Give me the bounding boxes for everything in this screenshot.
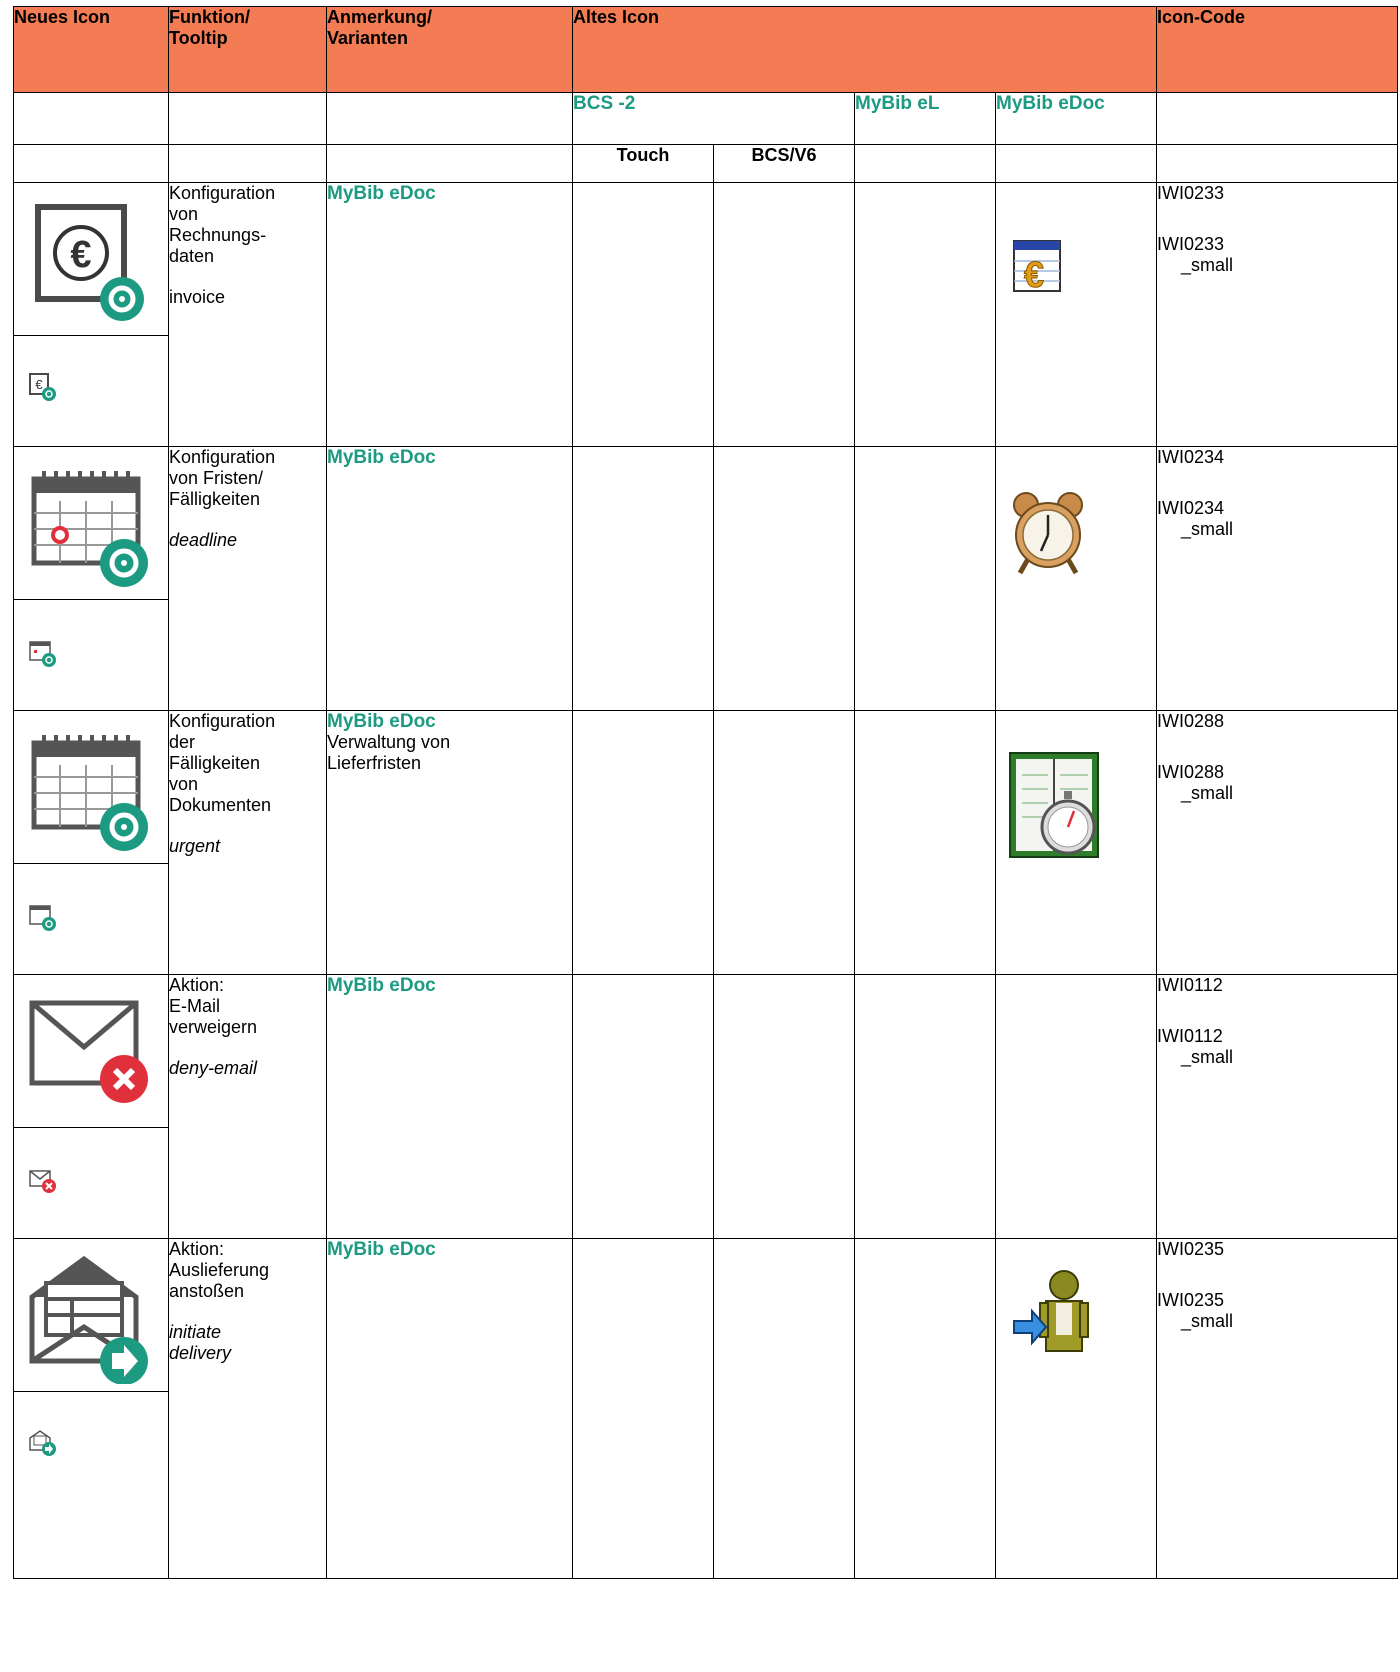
planner-stopwatch-icon: [1009, 752, 1099, 858]
header-icon-code: Icon-Code: [1156, 6, 1399, 93]
old-icon-cell: [994, 446, 1158, 711]
header-old-icon: Altes Icon: [571, 6, 1158, 93]
invoice-settings-small-icon: €: [29, 373, 56, 401]
subheader-mybib-el: MyBib eL: [854, 92, 996, 145]
subheader-touch: Touch: [572, 144, 714, 183]
old-icon-cell: [994, 710, 1158, 975]
code-cell: IWI0234 IWI0234 _small: [1156, 446, 1399, 711]
person-arrow-icon: [1013, 1270, 1089, 1352]
code-cell: IWI0288 IWI0288 _small: [1156, 710, 1399, 975]
header-function: Funktion/ Tooltip: [168, 6, 327, 93]
note-cell: MyBib eDoc: [326, 182, 573, 447]
new-icon-cell: € €: [13, 182, 169, 447]
new-icon-cell: [13, 974, 169, 1239]
function-cell: Konfiguration der Fälligkeiten von Dokum…: [168, 710, 327, 975]
alarm-clock-icon: [1013, 492, 1083, 575]
new-icon-cell: [13, 1238, 169, 1579]
function-cell: Aktion: E-Mail verweigern deny-email: [168, 974, 327, 1239]
icon-table: Neues Icon Funktion/ Tooltip Anmerkung/ …: [13, 6, 1399, 1579]
svg-text:€: €: [35, 377, 43, 392]
deny-email-icon: [29, 1000, 148, 1103]
initiate-delivery-icon: [29, 1255, 148, 1384]
deny-email-small-icon: [29, 1170, 56, 1193]
invoice-settings-icon: €: [35, 204, 144, 321]
new-icon-cell: [13, 446, 169, 711]
note-cell: MyBib eDoc: [326, 1238, 573, 1579]
calendar-deadline-settings-icon: [31, 471, 148, 587]
header-new-icon: Neues Icon: [13, 6, 169, 93]
subheader-row-2: Touch BCS/V6: [13, 144, 1399, 183]
function-cell: Aktion: Auslieferung anstoßen initiate d…: [168, 1238, 327, 1579]
note-cell: MyBib eDoc Verwaltung von Lieferfristen: [326, 710, 573, 975]
subheader-row: BCS -2 MyBib eL MyBib eDoc: [13, 92, 1399, 145]
subheader-mybib-edoc: MyBib eDoc: [994, 92, 1158, 145]
function-cell: Konfiguration von Fristen/ Fälligkeiten …: [168, 446, 327, 711]
calendar-settings-icon: [31, 735, 148, 851]
svg-text:€: €: [1024, 254, 1044, 295]
table-row: € € Konfiguration von Rechnungs- daten i…: [13, 182, 1399, 447]
note-cell: MyBib eDoc: [326, 446, 573, 711]
calendar-settings-small-icon: [29, 905, 56, 931]
table-row: Aktion: E-Mail verweigern deny-email MyB…: [13, 974, 1399, 1239]
old-icon-cell: €: [994, 182, 1158, 447]
function-cell: Konfiguration von Rechnungs- daten invoi…: [168, 182, 327, 447]
code-cell: IWI0235 IWI0235 _small: [1156, 1238, 1399, 1579]
euro-table-icon: €: [1013, 240, 1061, 296]
initiate-delivery-small-icon: [29, 1430, 56, 1456]
calendar-settings-small-icon: [29, 641, 56, 667]
header-row: Neues Icon Funktion/ Tooltip Anmerkung/ …: [13, 6, 1399, 93]
code-cell: IWI0112 IWI0112 _small: [1156, 974, 1399, 1239]
new-icon-cell: [13, 710, 169, 975]
code-cell: IWI0233 IWI0233 _small: [1156, 182, 1399, 447]
subheader-bcs2: BCS -2: [572, 92, 855, 145]
table-row: Aktion: Auslieferung anstoßen initiate d…: [13, 1238, 1399, 1579]
svg-text:€: €: [70, 234, 91, 276]
old-icon-cell: [994, 1238, 1158, 1579]
subheader-bcs-v6: BCS/V6: [713, 144, 855, 183]
table-row: Konfiguration der Fälligkeiten von Dokum…: [13, 710, 1399, 975]
note-cell: MyBib eDoc: [326, 974, 573, 1239]
header-note: Anmerkung/ Varianten: [326, 6, 573, 93]
table-row: Konfiguration von Fristen/ Fälligkeiten …: [13, 446, 1399, 711]
